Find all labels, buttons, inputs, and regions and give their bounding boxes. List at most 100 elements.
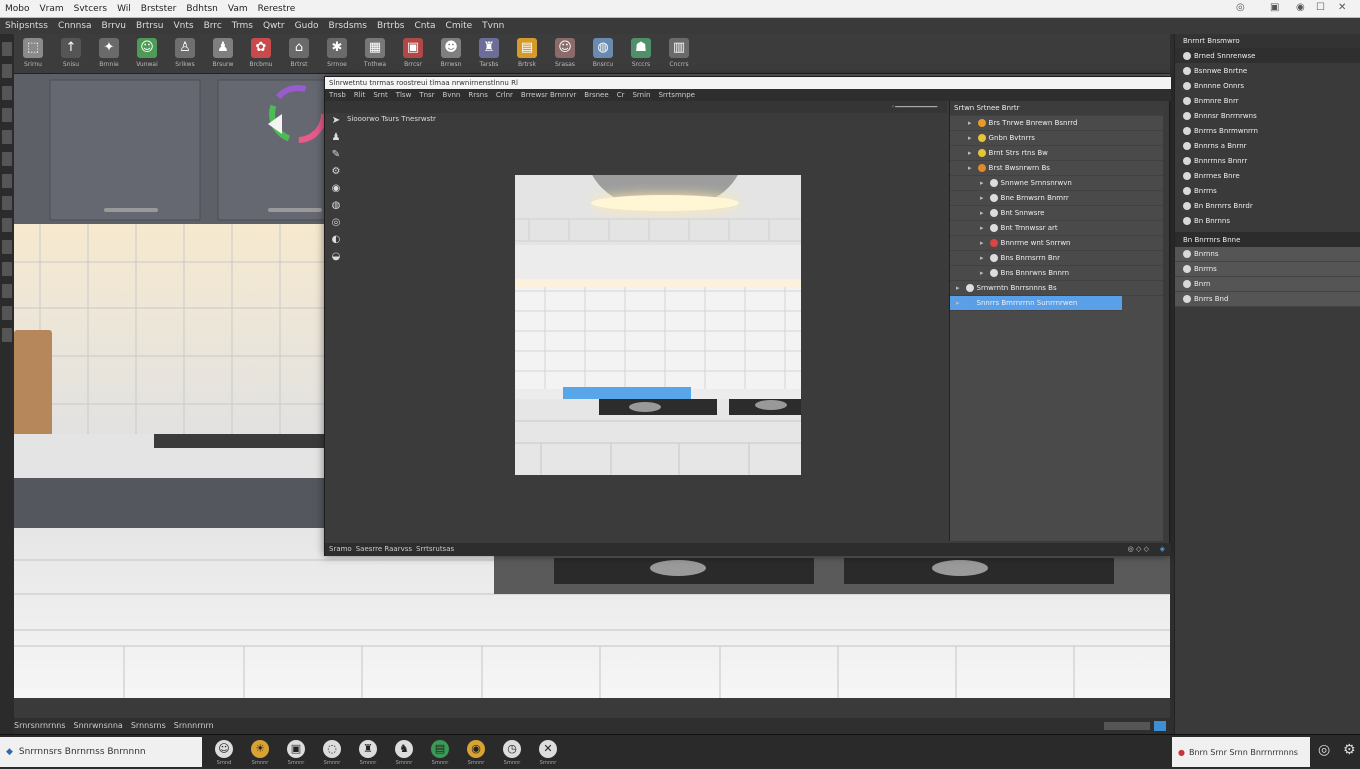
menu2-item[interactable]: Tvnn: [477, 18, 509, 34]
right-panel-row[interactable]: Bnrrnes Bnre: [1175, 168, 1360, 183]
dialog-menu-item[interactable]: Tlsw: [392, 89, 416, 101]
minimize-icon[interactable]: ◎: [1236, 2, 1245, 13]
menu2-item[interactable]: Gudo: [290, 18, 324, 34]
taskbar-app[interactable]: ♜ Srnnnr: [350, 735, 386, 769]
rail-icon[interactable]: [2, 152, 12, 166]
render-preview[interactable]: [515, 175, 801, 475]
rail-icon[interactable]: [2, 328, 12, 342]
expand-icon[interactable]: ▸: [980, 269, 984, 277]
toolbar-button[interactable]: ☺ Srasas: [546, 35, 584, 73]
person-icon[interactable]: ♟: [329, 130, 343, 144]
rail-icon[interactable]: [2, 262, 12, 276]
rail-icon[interactable]: [2, 108, 12, 122]
expand-icon[interactable]: ▸: [968, 134, 972, 142]
settings-gear-icon[interactable]: ⚙: [1343, 742, 1356, 758]
eye-icon[interactable]: ◉: [329, 181, 343, 195]
taskbar-app[interactable]: ◉ Srnnnr: [458, 735, 494, 769]
toolbar-button[interactable]: ↑ Snisu: [52, 35, 90, 73]
menu-item[interactable]: Svtcers: [69, 0, 112, 18]
outliner-row[interactable]: ▸ Brnt Strs rtns Bw: [950, 146, 1163, 161]
taskbar-app[interactable]: ♞ Srnnnr: [386, 735, 422, 769]
right-panel-row[interactable]: Bnnrns a Bnrnr: [1175, 138, 1360, 153]
rail-icon[interactable]: [2, 64, 12, 78]
menu2-item[interactable]: Cnta: [409, 18, 440, 34]
right-panel-row[interactable]: Bnmnre Bnrr: [1175, 93, 1360, 108]
toolbar-button[interactable]: ✱ Srrnoe: [318, 35, 356, 73]
menu2-item[interactable]: Brtrsu: [131, 18, 169, 34]
menu2-item[interactable]: Vnts: [169, 18, 199, 34]
toolbar-button[interactable]: ☺ Vunwai: [128, 35, 166, 73]
menu2-item[interactable]: Brtrbs: [372, 18, 410, 34]
menu2-item[interactable]: Shipsntss: [0, 18, 53, 34]
rail-icon[interactable]: [2, 86, 12, 100]
toolbar-button[interactable]: ▦ Tnthwa: [356, 35, 394, 73]
menu-item[interactable]: Vam: [223, 0, 253, 18]
gear-icon[interactable]: ⚙: [329, 164, 343, 178]
info-icon[interactable]: ◈: [1160, 543, 1165, 556]
settings-icon[interactable]: ◉: [1296, 2, 1305, 13]
menu2-item[interactable]: Brrvu: [97, 18, 131, 34]
rail-icon[interactable]: [2, 42, 12, 56]
rail-icon[interactable]: [2, 174, 12, 188]
pencil-icon[interactable]: ✎: [329, 147, 343, 161]
expand-icon[interactable]: ▸: [968, 119, 972, 127]
rail-icon[interactable]: [2, 306, 12, 320]
menu2-item[interactable]: Brrc: [199, 18, 227, 34]
right-panel-row[interactable]: Bnnnsr Bnrrnrwns: [1175, 108, 1360, 123]
outliner-row[interactable]: ▸ Gnbn Bvtnrrs: [950, 131, 1163, 146]
toolbar-button[interactable]: ▤ Brtrsk: [508, 35, 546, 73]
toolbar-button[interactable]: ▣ Brrcsr: [394, 35, 432, 73]
outliner-row[interactable]: ▸ Bns Bnnrwns Bnnrn: [950, 266, 1163, 281]
dialog-menu-item[interactable]: Rlit: [350, 89, 370, 101]
camera-icon[interactable]: ◎: [329, 215, 343, 229]
rail-icon[interactable]: [2, 240, 12, 254]
outliner-row[interactable]: ▸ Brst Bwsnrwrn Bs: [950, 161, 1163, 176]
expand-icon[interactable]: ▸: [980, 239, 984, 247]
dialog-menu-item[interactable]: Srnin: [628, 89, 654, 101]
outliner-row[interactable]: ▸ Srnwrntn Bnrrsnnns Bs: [950, 281, 1163, 296]
toolbar-button[interactable]: ✿ Brcbmu: [242, 35, 280, 73]
outliner-row[interactable]: ▸ Snnwne Srnnsnrwvn: [950, 176, 1163, 191]
outliner-row[interactable]: ▸ Bnnrrne wnt Snrrwn: [950, 236, 1163, 251]
rail-icon[interactable]: [2, 284, 12, 298]
globe-icon[interactable]: ◐: [329, 232, 343, 246]
right-section2-row[interactable]: Bnrrs Bnd: [1175, 292, 1360, 307]
menu2-item[interactable]: Cmite: [441, 18, 478, 34]
expand-icon[interactable]: ▸: [980, 254, 984, 262]
taskbar-app[interactable]: ◌ Srnnnr: [314, 735, 350, 769]
tray-icon[interactable]: ◎: [1318, 742, 1330, 758]
drop-icon[interactable]: ◒: [329, 249, 343, 263]
outliner-row[interactable]: ▸ Bnt Snnwsre: [950, 206, 1163, 221]
menu-item[interactable]: Rerestre: [253, 0, 301, 18]
expand-icon[interactable]: ▸: [980, 209, 984, 217]
menu2-item[interactable]: Trms: [227, 18, 258, 34]
menu-item[interactable]: Vram: [35, 0, 69, 18]
right-panel-row[interactable]: Bnnrrnns Bnnrr: [1175, 153, 1360, 168]
status-button[interactable]: [1154, 721, 1166, 731]
restore-icon[interactable]: ▣: [1270, 2, 1279, 13]
expand-icon[interactable]: ▸: [980, 179, 984, 187]
menu2-item[interactable]: Qwtr: [258, 18, 290, 34]
right-section2-row[interactable]: Bnrrns: [1175, 262, 1360, 277]
right-panel-row[interactable]: Bnrrns: [1175, 183, 1360, 198]
taskbar-app[interactable]: ☺ Srnnd: [206, 735, 242, 769]
toolbar-button[interactable]: ◍ Bnsrcu: [584, 35, 622, 73]
outliner-row[interactable]: ▸ Bns Bnrnsrrn Bnr: [950, 251, 1163, 266]
menu-item[interactable]: Bdhtsn: [181, 0, 223, 18]
toolbar-button[interactable]: ⬚ Srirnu: [14, 35, 52, 73]
right-panel-row[interactable]: Bsnnwe Bnrtne: [1175, 63, 1360, 78]
dialog-menu-item[interactable]: Srnt: [369, 89, 391, 101]
expand-icon[interactable]: ▸: [956, 284, 960, 292]
help-icon[interactable]: ☐: [1316, 2, 1325, 13]
dialog-menu-item[interactable]: Tnsb: [325, 89, 350, 101]
dialog-menu-item[interactable]: Srrtsmnpe: [654, 89, 698, 101]
dialog-menu-item[interactable]: Tnsr: [415, 89, 438, 101]
dialog-menu-item[interactable]: Crlnr: [492, 89, 517, 101]
toolbar-button[interactable]: ♙ Srikws: [166, 35, 204, 73]
outliner-row[interactable]: ▸ Bne Brnwsrn Bnmrr: [950, 191, 1163, 206]
right-section2-row[interactable]: Bnrn: [1175, 277, 1360, 292]
zoom-slider-icon[interactable]: ◦━━━━━━━━━━: [891, 103, 937, 111]
outliner-row[interactable]: ▸ Snnrrs Bmrnrrnn Sunrrnrwen: [950, 296, 1122, 311]
toolbar-button[interactable]: ✦ Brnnie: [90, 35, 128, 73]
menu-item[interactable]: Wil: [112, 0, 136, 18]
